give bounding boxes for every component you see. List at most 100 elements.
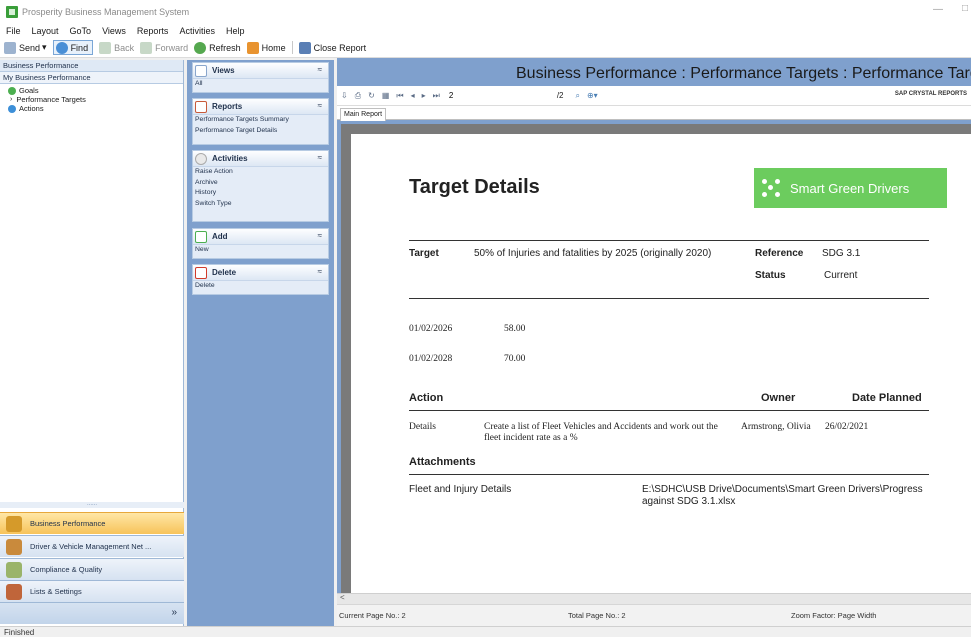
divider (409, 240, 929, 241)
tree-item-actions[interactable]: Actions (8, 104, 183, 113)
window-title: Prosperity Business Management System (22, 6, 190, 17)
print-icon[interactable]: ⎙ (355, 91, 361, 101)
tab-main-report[interactable]: Main Report (340, 108, 387, 121)
group-views-header[interactable]: Views ≈ (193, 63, 328, 79)
nav-button-compliance[interactable]: Compliance & Quality (0, 558, 184, 580)
group-reports: Reports ≈ Performance Targets Summary Pe… (192, 98, 329, 145)
delete-item-delete[interactable]: Delete (193, 281, 328, 292)
nav-button-business-performance[interactable]: Business Performance (0, 512, 184, 534)
report-viewer-toolbar: ⇩ ⎙ ↻ ▦ ⏮ ◂ ▸ ⏭ /2 ⌕ ⊕▾ SAP CRYSTAL REPO… (337, 86, 971, 106)
menu-layout[interactable]: Layout (32, 26, 59, 36)
group-add-header[interactable]: Add ≈ (193, 229, 328, 245)
send-dropdown-icon[interactable]: ▾ (42, 42, 47, 53)
menu-help[interactable]: Help (226, 26, 245, 36)
company-logo: Smart Green Drivers (754, 168, 947, 208)
total-page-status: Total Page No.: 2 (568, 611, 626, 620)
app-status-text: Finished (4, 628, 35, 637)
next-page-icon[interactable]: ▸ (422, 91, 426, 100)
nav-button-driver-vehicle[interactable]: Driver & Vehicle Management Net ... (0, 535, 184, 557)
divider (409, 474, 929, 475)
menu-file[interactable]: File (6, 26, 21, 36)
action-column-header: Action (409, 392, 444, 404)
collapse-icon[interactable]: ≈ (318, 231, 322, 240)
send-button[interactable]: Send ▾ (4, 41, 47, 54)
reports-icon (195, 100, 207, 113)
attachment-path-line2[interactable]: against SDG 3.1.xlsx (642, 496, 735, 507)
forward-button[interactable]: Forward (140, 41, 188, 54)
collapse-icon[interactable]: ≈ (318, 101, 322, 110)
menu-goto[interactable]: GoTo (70, 26, 92, 36)
menu-bar: File Layout GoTo Views Reports Activitie… (0, 23, 971, 38)
business-performance-icon (6, 515, 22, 532)
back-button[interactable]: Back (99, 41, 134, 54)
tree-item-performance-targets[interactable]: › Performance Targets (8, 95, 183, 104)
task-pane: Views ≈ All Reports ≈ Performance Target… (187, 60, 334, 626)
close-report-icon (298, 41, 311, 54)
action-owner: Armstrong, Olivia (741, 422, 811, 432)
activity-switch-type[interactable]: Switch Type (193, 199, 328, 210)
delete-icon (195, 266, 207, 279)
refresh-report-icon[interactable]: ↻ (368, 91, 375, 100)
report-page: Target Details Smart Green Drivers Targe… (351, 134, 971, 593)
chevron-right-icon[interactable]: » (171, 607, 177, 618)
collapse-icon[interactable]: ≈ (318, 153, 322, 162)
menu-reports[interactable]: Reports (137, 26, 169, 36)
forward-arrow-icon (140, 41, 153, 54)
report-item-details[interactable]: Performance Target Details (193, 126, 328, 137)
group-activities-header[interactable]: Activities ≈ (193, 151, 328, 167)
toolbar: Send ▾ Find Back Forward Refresh Home Clo… (0, 38, 971, 58)
binoculars-icon[interactable]: ⌕ (575, 91, 579, 101)
attachment-path-line1[interactable]: E:\SDHC\USB Drive\Documents\Smart Green … (642, 484, 923, 495)
nav-splitter[interactable]: ...... (0, 501, 184, 508)
add-icon (195, 230, 207, 243)
logo-text: Smart Green Drivers (790, 180, 910, 196)
crystal-reports-brand: SAP CRYSTAL REPORTS (894, 91, 967, 97)
last-page-icon[interactable]: ⏭ (433, 91, 440, 101)
close-report-button[interactable]: Close Report (298, 41, 366, 54)
menu-activities[interactable]: Activities (179, 26, 215, 36)
views-item-all[interactable]: All (193, 79, 328, 90)
menu-views[interactable]: Views (102, 26, 126, 36)
report-heading: Target Details (409, 176, 540, 198)
group-views: Views ≈ All (192, 62, 329, 93)
tree-item-goals[interactable]: Goals (8, 86, 183, 95)
collapse-icon[interactable]: ≈ (318, 65, 322, 74)
horizontal-scrollbar[interactable]: < (337, 593, 971, 604)
group-tree-icon[interactable]: ▦ (382, 91, 390, 100)
previous-page-icon[interactable]: ◂ (411, 91, 415, 100)
measurement-value: 58.00 (504, 324, 526, 334)
minimize-button[interactable]: — (933, 4, 943, 15)
expand-arrow-icon[interactable]: › (10, 95, 12, 104)
send-icon (4, 41, 16, 54)
nav-button-lists-settings[interactable]: Lists & Settings (0, 580, 184, 602)
page-number-input[interactable] (446, 90, 555, 101)
add-item-new[interactable]: New (193, 245, 328, 256)
nav-overflow[interactable]: » (0, 602, 184, 624)
zoom-icon[interactable]: ⊕▾ (587, 91, 598, 100)
group-delete: Delete ≈ Delete (192, 264, 329, 295)
tree-root-my-business-performance[interactable]: My Business Performance (0, 72, 183, 84)
activity-archive[interactable]: Archive (193, 178, 328, 189)
scroll-left-icon[interactable]: < (340, 593, 345, 602)
find-button[interactable]: Find (52, 40, 94, 55)
group-delete-header[interactable]: Delete ≈ (193, 265, 328, 281)
first-page-icon[interactable]: ⏮ (396, 91, 403, 101)
maximize-button[interactable]: □ (962, 3, 968, 14)
back-arrow-icon (99, 41, 112, 54)
export-icon[interactable]: ⇩ (341, 91, 348, 100)
reference-value: SDG 3.1 (822, 248, 861, 259)
compliance-icon (6, 561, 22, 578)
collapse-icon[interactable]: ≈ (318, 267, 322, 276)
goals-icon (8, 86, 16, 95)
home-button[interactable]: Home (246, 41, 286, 54)
report-item-summary[interactable]: Performance Targets Summary (193, 115, 328, 126)
activity-raise-action[interactable]: Raise Action (193, 167, 328, 178)
lists-settings-icon (6, 583, 22, 600)
report-tab-strip: Main Report (337, 106, 971, 121)
refresh-button[interactable]: Refresh (194, 41, 241, 54)
activity-history[interactable]: History (193, 188, 328, 199)
group-reports-header[interactable]: Reports ≈ (193, 99, 328, 115)
report-status-strip: Current Page No.: 2 Total Page No.: 2 Zo… (337, 604, 971, 626)
views-icon (195, 64, 207, 77)
report-title: Business Performance : Performance Targe… (516, 65, 971, 82)
